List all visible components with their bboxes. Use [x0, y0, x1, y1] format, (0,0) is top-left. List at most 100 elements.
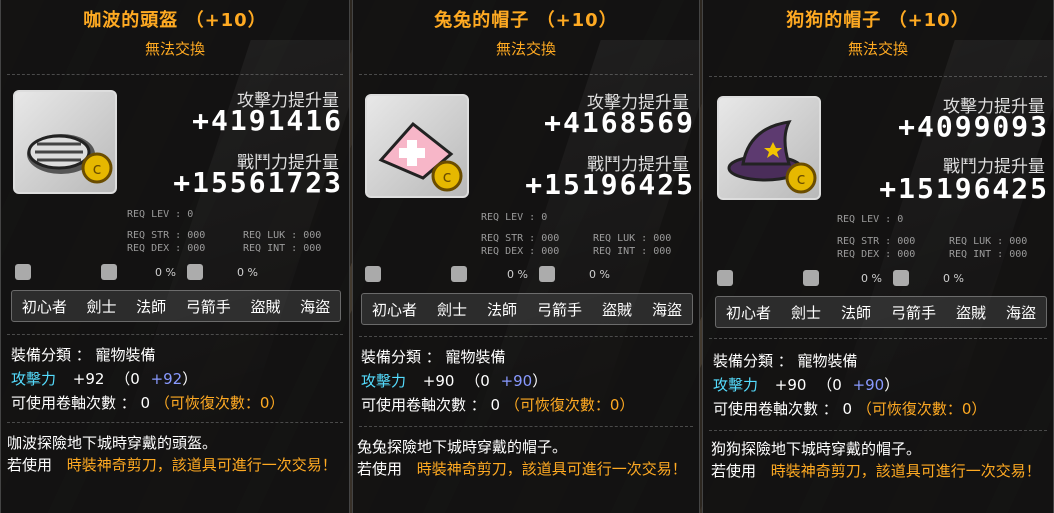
job-bowman: 弓箭手: [536, 300, 582, 319]
percent-value-1: 0 %: [861, 272, 882, 285]
attack-increase-value: +4099093: [898, 110, 1049, 143]
percent-value-2: 0 %: [589, 268, 610, 281]
job-beginner: 初心者: [21, 297, 67, 316]
power-increase-value: +15561723: [173, 166, 343, 199]
attack-stat-line: 攻擊力 +90 （0 +90）: [361, 370, 547, 391]
scroll-recover: （可恢復次數：0）: [856, 400, 987, 418]
attack-increase-value: +4168569: [544, 106, 695, 139]
scroll-count: 可使用卷軸次數 ： 0: [11, 394, 151, 412]
job-magician: 法師: [136, 297, 167, 316]
description-prefix: 若使用: [711, 462, 757, 480]
divider: [709, 430, 1047, 431]
scroll-line: 可使用卷軸次數 ： 0 （可恢復次數：0）: [361, 394, 634, 415]
percent-value-2: 0 %: [943, 272, 964, 285]
scroll-count: 可使用卷軸次數 ： 0: [713, 400, 853, 418]
description-line-2: 若使用 時裝神奇剪刀，該道具可進行一次交易！: [7, 454, 343, 476]
attack-stat-total: +90: [422, 372, 455, 390]
divider: [7, 334, 343, 335]
shield-icon: [893, 270, 909, 286]
attack-stat-label: 攻擊力: [11, 370, 57, 388]
power-increase-value: +15196425: [879, 172, 1049, 205]
description-highlight: 時裝神奇剪刀，該道具可進行一次交易！: [66, 456, 337, 474]
job-warrior: 劍士: [86, 297, 117, 316]
attack-stat-total: +90: [774, 376, 807, 394]
percent-value-2: 0 %: [237, 266, 258, 279]
tradeable-icon: [717, 270, 733, 286]
helmet-icon: c: [27, 134, 113, 184]
witch-hat-icon: c: [727, 120, 817, 194]
attack-stat-base: （0: [115, 370, 140, 388]
job-magician: 法師: [486, 300, 517, 319]
req-int: REQ INT : 000: [243, 243, 322, 254]
item-icon-frame: c: [13, 90, 117, 194]
attack-stat-line: 攻擊力 +92 （0 +92）: [11, 368, 197, 389]
description-prefix: 若使用: [357, 460, 403, 478]
upgrade-icon: [101, 264, 117, 280]
scroll-recover: （可恢復次數：0）: [504, 396, 635, 414]
job-pirate: 海盜: [300, 297, 331, 316]
attack-stat-base: （0: [465, 372, 490, 390]
job-bowman: 弓箭手: [890, 303, 936, 322]
req-lev: REQ LEV : 0: [481, 212, 548, 223]
job-beginner: 初心者: [371, 300, 417, 319]
tradeable-icon: [15, 264, 31, 280]
item-tooltip-bunny-hat: 兔兔的帽子 （+10） 無法交換 c 攻擊力提升量 +4168569 戰鬥力提升…: [352, 0, 700, 513]
req-luk: REQ LUK : 000: [949, 236, 1028, 247]
divider: [359, 336, 693, 337]
description-line-1: 兔兔探險地下城時穿戴的帽子。: [357, 438, 568, 456]
svg-text:c: c: [443, 167, 452, 186]
job-bowman: 弓箭手: [185, 297, 231, 316]
description-line-1: 咖波探險地下城時穿戴的頭盔。: [7, 434, 218, 452]
svg-text:c: c: [797, 169, 806, 188]
item-tooltip-helmet: 咖波的頭盔 （+10） 無法交換 c 攻擊力提升量 +4191416 戰鬥力提升…: [0, 0, 350, 513]
trade-status: 無法交換: [495, 40, 556, 58]
description-highlight: 時裝神奇剪刀，該道具可進行一次交易！: [770, 462, 1041, 480]
attack-stat-label: 攻擊力: [361, 372, 407, 390]
divider: [709, 338, 1047, 339]
attack-stat-label: 攻擊力: [713, 376, 759, 394]
divider: [359, 74, 693, 75]
req-str: REQ STR : 000: [837, 236, 916, 247]
attack-stat-base: （0: [817, 376, 842, 394]
pink-hat-icon: c: [378, 121, 463, 192]
item-description: 兔兔探險地下城時穿戴的帽子。 若使用 時裝神奇剪刀，該道具可進行一次交易！: [357, 436, 693, 480]
upgrade-icon: [803, 270, 819, 286]
item-icon-frame: c: [717, 96, 821, 200]
shield-icon: [539, 266, 555, 282]
equip-category: 裝備分類 ： 寵物裝備: [713, 352, 858, 370]
attack-stat-close: ）: [182, 370, 198, 388]
item-description: 狗狗探險地下城時穿戴的帽子。 若使用 時裝神奇剪刀，該道具可進行一次交易！: [711, 438, 1049, 482]
attack-stat-bonus: +92: [150, 370, 183, 388]
item-title: 兔兔的帽子 （+10）: [434, 10, 618, 31]
percent-value-1: 0 %: [155, 266, 176, 279]
percent-value-1: 0 %: [507, 268, 528, 281]
scroll-count: 可使用卷軸次數 ： 0: [361, 396, 501, 414]
trade-status: 無法交換: [144, 40, 205, 58]
description-prefix: 若使用: [7, 456, 53, 474]
req-dex: REQ DEX : 000: [481, 246, 560, 257]
equip-category: 裝備分類 ： 寵物裝備: [361, 348, 506, 366]
divider: [359, 426, 693, 427]
description-line-1: 狗狗探險地下城時穿戴的帽子。: [711, 440, 922, 458]
tradeable-icon: [365, 266, 381, 282]
job-warrior: 劍士: [436, 300, 467, 319]
description-line-2: 若使用 時裝神奇剪刀，該道具可進行一次交易！: [357, 458, 693, 480]
job-thief: 盜賊: [250, 297, 281, 316]
item-title: 咖波的頭盔 （+10）: [83, 10, 267, 31]
job-list: 初心者 劍士 法師 弓箭手 盜賊 海盜: [11, 290, 341, 322]
attack-stat-bonus: +90: [852, 376, 885, 394]
job-thief: 盜賊: [955, 303, 986, 322]
power-increase-value: +15196425: [525, 168, 695, 201]
divider: [709, 76, 1047, 77]
req-lev: REQ LEV : 0: [127, 209, 194, 220]
req-int: REQ INT : 000: [593, 246, 672, 257]
job-list: 初心者 劍士 法師 弓箭手 盜賊 海盜: [715, 296, 1047, 328]
equip-category: 裝備分類 ： 寵物裝備: [11, 346, 156, 364]
divider: [7, 422, 343, 423]
description-highlight: 時裝神奇剪刀，該道具可進行一次交易！: [416, 460, 687, 478]
item-icon-frame: c: [365, 94, 469, 198]
attack-stat-total: +92: [72, 370, 105, 388]
item-title: 狗狗的帽子 （+10）: [786, 10, 970, 31]
shield-icon: [187, 264, 203, 280]
attack-increase-value: +4191416: [192, 104, 343, 137]
